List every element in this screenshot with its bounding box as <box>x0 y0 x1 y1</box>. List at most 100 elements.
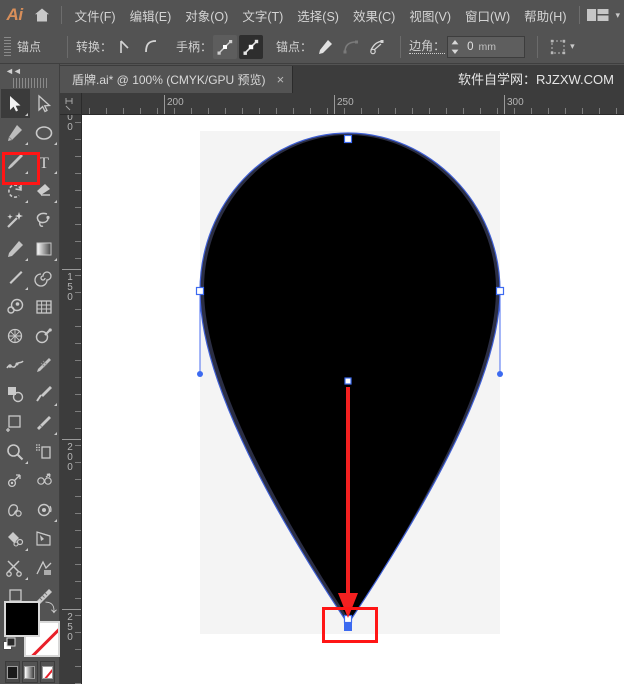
menu-item-effect[interactable]: 效果(C) <box>346 0 402 30</box>
ruler-origin-icon[interactable] <box>60 93 82 115</box>
menu-item-view[interactable]: 视图(V) <box>402 0 458 30</box>
default-fill-stroke-icon[interactable] <box>3 637 17 656</box>
menu-item-help[interactable]: 帮助(H) <box>517 0 573 30</box>
perspective-selection-tool-icon[interactable] <box>30 524 59 553</box>
align-chevron-down-icon[interactable]: ▾ <box>570 41 575 52</box>
corner-stepper[interactable] <box>448 37 462 57</box>
ruler-tick <box>463 108 464 114</box>
convert-to-smooth-icon[interactable] <box>139 35 163 59</box>
menu-item-file[interactable]: 文件(F) <box>68 0 123 30</box>
ruler-label: 1 <box>64 273 76 282</box>
menu-item-edit[interactable]: 编辑(E) <box>123 0 179 30</box>
rotate-view-tool-icon[interactable] <box>30 495 59 524</box>
eyedropper-tool-icon[interactable] <box>1 263 30 292</box>
artwork-layer[interactable] <box>82 115 624 684</box>
type-tool-icon[interactable]: T <box>30 147 59 176</box>
menu-item-type[interactable]: 文字(T) <box>235 0 290 30</box>
menu-item-select[interactable]: 选择(S) <box>290 0 346 30</box>
ruler-tick <box>208 108 209 114</box>
gradient-tool-icon[interactable] <box>30 234 59 263</box>
control-bar-grip[interactable] <box>4 37 11 57</box>
scale-tool-icon[interactable] <box>1 466 30 495</box>
cut-path-at-anchor-icon[interactable] <box>365 35 389 59</box>
ruler-tick <box>75 428 81 429</box>
ruler-tick <box>75 360 81 361</box>
direct-selection-tool-icon[interactable] <box>30 89 59 118</box>
document-tab[interactable]: 盾牌.ai* @ 100% (CMYK/GPU 预览) × <box>60 66 293 93</box>
spiral-tool-icon[interactable] <box>30 263 59 292</box>
menu-item-object[interactable]: 对象(O) <box>178 0 235 30</box>
live-paint-bucket-tool-icon[interactable] <box>1 524 30 553</box>
menu-item-window[interactable]: 窗口(W) <box>458 0 517 30</box>
illustrator-window: Ai 文件(F) 编辑(E) 对象(O) 文字(T) 选择(S) 效果(C) 视… <box>0 0 624 684</box>
selection-tool-icon[interactable] <box>1 89 30 118</box>
knife-tool-icon[interactable] <box>30 379 59 408</box>
paintbrush-tool-icon[interactable] <box>1 147 30 176</box>
corner-radius-field[interactable]: 0 mm <box>447 36 525 58</box>
grid-tool-icon[interactable] <box>30 292 59 321</box>
ruler-label: 0 <box>64 115 76 122</box>
scissors-tool-icon[interactable] <box>1 553 30 582</box>
shape-builder-tool-icon[interactable] <box>30 321 59 350</box>
connect-anchors-icon[interactable] <box>339 35 363 59</box>
free-transform-tool-icon[interactable] <box>1 379 30 408</box>
ellipse-tool-icon[interactable] <box>30 118 59 147</box>
blob-brush-tool-icon[interactable] <box>1 495 30 524</box>
symbol-sprayer-tool-icon[interactable] <box>1 321 30 350</box>
width-tool-icon[interactable] <box>30 350 59 379</box>
workspace-switcher[interactable]: ▾ <box>573 6 624 24</box>
close-icon[interactable]: × <box>277 73 285 86</box>
none-mode-button[interactable] <box>40 661 55 683</box>
magic-wand-tool-icon[interactable] <box>1 205 30 234</box>
ruler-tick <box>75 649 81 650</box>
blend-tool-icon[interactable] <box>1 292 30 321</box>
chevron-down-icon[interactable]: ▾ <box>615 10 620 21</box>
tool-flyout-corner <box>54 403 57 406</box>
puppet-warp-tool-icon[interactable] <box>30 553 59 582</box>
show-handles-icon[interactable] <box>213 35 237 59</box>
ruler-tick <box>480 108 481 114</box>
left-anchor-point <box>197 288 204 295</box>
tool-flyout-corner <box>25 171 28 174</box>
ruler-label: 0 <box>64 633 76 642</box>
tools-panel-header[interactable]: ◄◄ <box>0 64 59 78</box>
align-to-pixel-grid-icon[interactable] <box>547 35 571 59</box>
ruler-major-tick <box>164 95 165 114</box>
ruler-tick <box>75 139 81 140</box>
ruler-tick <box>75 564 81 565</box>
canvas-area[interactable] <box>82 115 624 684</box>
fill-swatch[interactable] <box>4 601 40 637</box>
horizontal-ruler[interactable]: 200250300350 <box>82 93 624 115</box>
eraser-tool-icon[interactable] <box>30 176 59 205</box>
warp-tool-icon[interactable] <box>1 350 30 379</box>
workspace-divider <box>579 6 580 24</box>
reshape-tool-icon[interactable] <box>30 466 59 495</box>
color-mode-button[interactable] <box>5 661 20 683</box>
hide-handles-icon[interactable] <box>239 35 263 59</box>
ruler-tick <box>75 479 81 480</box>
corner-radius-value[interactable]: 0 <box>462 41 473 53</box>
convert-to-corner-icon[interactable] <box>113 35 137 59</box>
ruler-tick <box>75 309 81 310</box>
workspace-switcher-icon <box>586 7 612 23</box>
tools-panel-grip[interactable] <box>13 78 47 88</box>
slice-tool-icon[interactable] <box>30 408 59 437</box>
home-icon[interactable] <box>29 0 55 30</box>
swap-fill-stroke-icon[interactable]: ⤵ <box>45 599 57 616</box>
artboard-tool-icon[interactable] <box>1 408 30 437</box>
lasso-tool-icon[interactable] <box>30 205 59 234</box>
zoom-tool-icon[interactable] <box>1 437 30 466</box>
ruler-label: 2 <box>64 443 76 452</box>
rotate-tool-icon[interactable] <box>1 176 30 205</box>
pen-tool-icon[interactable] <box>1 118 30 147</box>
ruler-tick <box>497 108 498 114</box>
gradient-mode-button[interactable] <box>22 661 37 683</box>
vertical-ruler[interactable]: 100150200250 <box>60 115 82 684</box>
svg-text:T: T <box>39 155 49 172</box>
left-handle-point <box>197 371 203 377</box>
perspective-grid-tool-icon[interactable] <box>30 437 59 466</box>
ruler-tick <box>565 108 566 114</box>
pencil-tool-icon[interactable] <box>1 234 30 263</box>
remove-anchor-icon[interactable] <box>313 35 337 59</box>
collapse-panel-icon[interactable]: ◄◄ <box>5 66 21 76</box>
